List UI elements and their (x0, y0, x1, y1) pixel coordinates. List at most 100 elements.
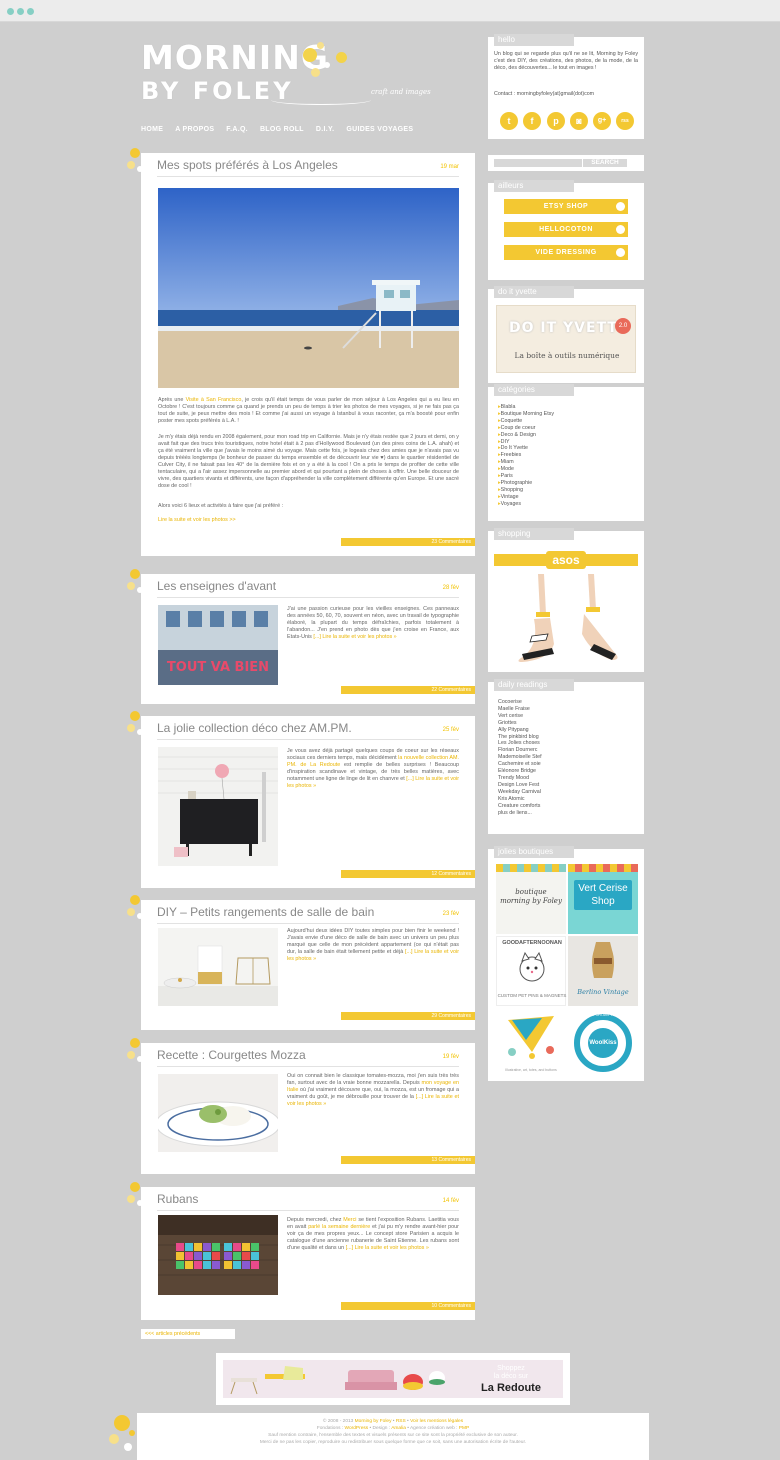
category-item[interactable]: Coquette (498, 418, 554, 425)
hellocoton-button[interactable]: HELLOCOTON (504, 222, 628, 237)
nav-guides-voyages[interactable]: GUIDES VOYAGES (346, 126, 413, 136)
comments-link[interactable]: 23 Commentaires (341, 538, 475, 546)
footer-link[interactable]: Voir les mentions légales (410, 1419, 463, 1424)
reading-item[interactable]: Trendy Mood (498, 775, 542, 782)
boutique-tile-goodafternoon[interactable]: GOODAFTERNOONAN CUSTOM PET PINS & MAGNET… (496, 936, 566, 1006)
site-logo[interactable]: MORNING BY FOLEY craft and images (141, 40, 471, 120)
post-title[interactable]: Mes spots préférés à Los Angeles (157, 158, 338, 172)
comments-link[interactable]: 22 Commentaires (341, 686, 475, 694)
excerpt-link[interactable]: Merci (343, 1217, 356, 1223)
rss-icon[interactable]: rss (616, 112, 634, 130)
window-dot-icon[interactable] (17, 8, 24, 15)
etsy-shop-button[interactable]: ETSY SHOP (504, 199, 628, 214)
read-more-link[interactable]: [...] Lire la suite et voir les photos » (313, 634, 396, 640)
post-thumbnail[interactable] (158, 1215, 278, 1295)
post-card: DIY – Petits rangements de salle de bain… (127, 895, 475, 1030)
facebook-icon[interactable]: f (523, 112, 541, 130)
category-item[interactable]: Freebies (498, 452, 554, 459)
window-dot-icon[interactable] (27, 8, 34, 15)
search-input[interactable] (494, 159, 582, 167)
footer-link[interactable]: Morning by Foley (355, 1419, 392, 1424)
post-title[interactable]: DIY – Petits rangements de salle de bain (157, 905, 374, 919)
reading-item[interactable]: Cachemire et soie (498, 761, 542, 768)
twitter-icon[interactable]: t (500, 112, 518, 130)
nav-a-propos[interactable]: A PROPOS (175, 126, 214, 136)
post-title[interactable]: La jolie collection déco chez AM.PM. (157, 721, 352, 735)
category-item[interactable]: DIY (498, 439, 554, 446)
previous-articles-link[interactable]: <<< articles précédents (141, 1329, 235, 1339)
category-item[interactable]: Paris (498, 473, 554, 480)
category-item[interactable]: Vintage (498, 494, 554, 501)
nav-blog-roll[interactable]: BLOG ROLL (260, 126, 304, 136)
footer-link[interactable]: PMP (459, 1426, 469, 1431)
post-thumbnail[interactable] (158, 1074, 278, 1152)
reading-item[interactable]: plus de liens... (498, 810, 542, 817)
read-more-link[interactable]: [...] Lire la suite et voir les photos » (346, 1245, 429, 1251)
category-item[interactable]: Coup de coeur (498, 425, 554, 432)
ring-text: VERY IMPORTANT TOTEUSE (579, 1013, 627, 1017)
reading-item[interactable]: Griottes (498, 720, 542, 727)
reading-item[interactable]: Creature comforts (498, 803, 542, 810)
post-title[interactable]: Recette : Courgettes Mozza (157, 1048, 306, 1062)
post-photo-beach[interactable] (158, 188, 459, 388)
reading-item[interactable]: Kris Atomic (498, 796, 542, 803)
boutique-tile-vert-cerise[interactable]: Vert Cerise Shop (568, 864, 638, 934)
nav-home[interactable]: HOME (141, 126, 163, 136)
footer-link[interactable]: WordPress (345, 1426, 369, 1431)
footer-link[interactable]: RSS (396, 1419, 406, 1424)
category-item[interactable]: Miam (498, 459, 554, 466)
reading-item[interactable]: Design Love Fest (498, 782, 542, 789)
category-item[interactable]: Mode (498, 466, 554, 473)
boutique-tile-flags[interactable]: Illustrative, art, totes, and buttons (496, 1008, 566, 1078)
boutique-tile-woolkiss[interactable]: WoolKiss VERY IMPORTANT TOTEUSE (568, 1008, 638, 1078)
doityvette-banner[interactable]: DO IT YVETTE 2.0 La boîte à outils numér… (496, 305, 636, 373)
nav-diy[interactable]: D.I.Y. (316, 126, 335, 136)
reading-item[interactable]: Maelle Fraise (498, 706, 542, 713)
comments-link[interactable]: 12 Commentaires (341, 870, 475, 878)
category-item[interactable]: Blabla (498, 404, 554, 411)
footer-link[interactable]: Amalia (391, 1426, 406, 1431)
reading-item[interactable]: Mademoiselle Stef (498, 754, 542, 761)
instagram-icon[interactable]: ◙ (570, 112, 588, 130)
comments-link[interactable]: 29 Commentaires (341, 1012, 475, 1020)
boutique-tile-vintage[interactable]: Berlino Vintage (568, 936, 638, 1006)
post-bubbles-icon (127, 711, 143, 735)
reading-item[interactable]: Vert cerise (498, 713, 542, 720)
sidebar-heading: daily readings (494, 679, 574, 691)
reading-item[interactable]: Weekday Carnival (498, 789, 542, 796)
redoute-banner[interactable]: Shoppez la déco sur La Redoute (216, 1353, 570, 1405)
post-title[interactable]: Rubans (157, 1192, 198, 1206)
read-more-link[interactable]: Lire la suite et voir les photos >> (158, 517, 459, 524)
category-item[interactable]: Deco & Design (498, 432, 554, 439)
reading-item[interactable]: Ally Pitypang (498, 727, 542, 734)
doityvette-title: DO IT YVETTE (509, 320, 629, 336)
category-item[interactable]: Shopping (498, 487, 554, 494)
post-thumbnail[interactable]: TOUT VA BIEN (158, 605, 278, 685)
comments-link[interactable]: 13 Commentaires (341, 1156, 475, 1164)
category-item[interactable]: Boutique Morning Etsy (498, 411, 554, 418)
comments-link[interactable]: 10 Commentaires (341, 1302, 475, 1310)
post-thumbnail[interactable] (158, 747, 278, 866)
reading-item[interactable]: Florian Dournerc (498, 747, 542, 754)
boutique-tile-morning[interactable]: boutique morning by Foley (496, 864, 566, 934)
google-plus-icon[interactable]: g+ (593, 112, 611, 130)
excerpt-link[interactable]: parlé la semaine dernière (308, 1224, 370, 1230)
asos-banner[interactable]: asos (494, 546, 638, 666)
footer-text: • Design : (368, 1426, 392, 1431)
category-item[interactable]: Photographie (498, 480, 554, 487)
search-button[interactable]: SEARCH (583, 159, 627, 167)
reading-item[interactable]: Les Jolies choses (498, 740, 542, 747)
nav-faq[interactable]: F.A.Q. (226, 126, 248, 136)
reading-item[interactable]: Eléonore Bridge (498, 768, 542, 775)
reading-item[interactable]: Cocoerise (498, 699, 542, 706)
window-dot-icon[interactable] (7, 8, 14, 15)
excerpt-link[interactable]: Visite à San Francisco (186, 397, 242, 403)
post-bubbles-icon (127, 1182, 143, 1206)
vide-dressing-button[interactable]: VIDE DRESSING (504, 245, 628, 260)
category-item[interactable]: Do It Yvette (498, 445, 554, 452)
pinterest-icon[interactable]: p (547, 112, 565, 130)
post-thumbnail[interactable] (158, 928, 278, 1006)
reading-item[interactable]: The pinkbird blog (498, 734, 542, 741)
category-item[interactable]: Voyages (498, 501, 554, 508)
post-title[interactable]: Les enseignes d'avant (157, 579, 276, 593)
